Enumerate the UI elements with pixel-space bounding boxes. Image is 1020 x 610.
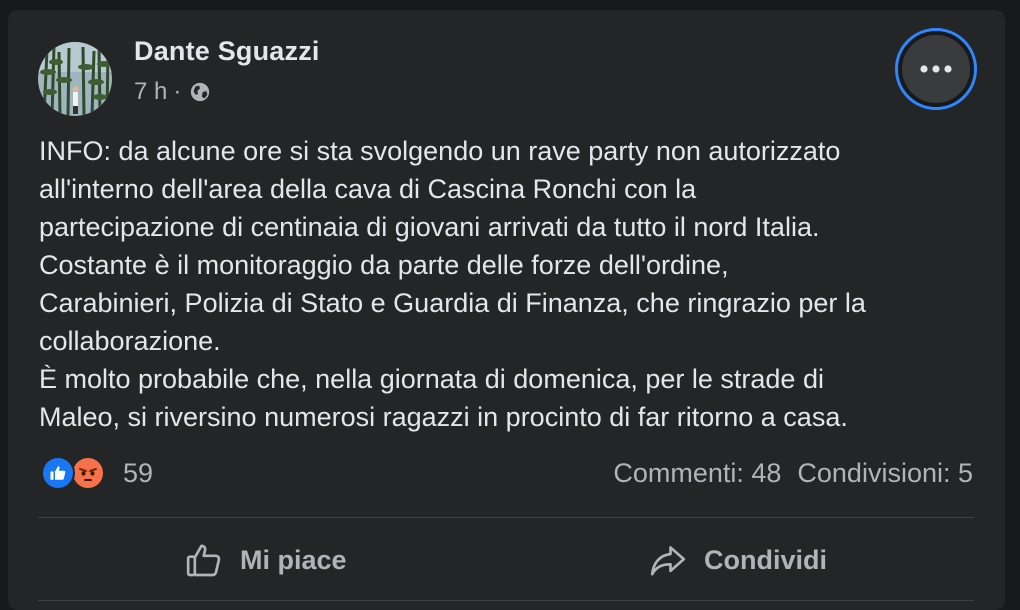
divider <box>38 517 974 518</box>
share-button[interactable]: Condividi <box>648 535 827 585</box>
shares-count[interactable]: Condivisioni: 5 <box>797 458 973 489</box>
meta-separator: · <box>173 78 182 105</box>
post-meta: 7 h · <box>134 78 211 106</box>
like-button-label: Mi piace <box>240 544 347 575</box>
post-card: Dante Sguazzi 7 h · INFO: da alcune ore … <box>8 10 1005 610</box>
like-reaction-icon <box>41 456 75 490</box>
globe-icon <box>191 82 210 102</box>
comments-count[interactable]: Commenti: 48 <box>613 458 781 489</box>
share-icon <box>650 546 686 576</box>
post-text-line: INFO: da alcune ore si sta svolgendo un … <box>39 136 841 166</box>
angry-reaction-icon <box>71 456 105 490</box>
post-text-line: Maleo, si riversino numerosi ragazzi in … <box>39 402 848 432</box>
reactions-summary[interactable]: 59 <box>41 456 153 490</box>
post-text-line: Costante è il monitoraggio da parte dell… <box>39 250 729 280</box>
avatar[interactable] <box>38 42 112 116</box>
share-button-label: Condividi <box>704 544 827 575</box>
post-text-line: Carabinieri, Polizia di Stato e Guardia … <box>39 288 866 318</box>
like-button[interactable]: Mi piace <box>184 535 347 585</box>
post-text: INFO: da alcune ore si sta svolgendo un … <box>39 132 989 436</box>
post-text-line: partecipazione di centinaia di giovani a… <box>39 212 820 242</box>
more-options-icon <box>920 65 952 73</box>
reaction-count[interactable]: 59 <box>123 458 153 489</box>
post-text-line: collaborazione. <box>39 326 221 356</box>
author-name[interactable]: Dante Sguazzi <box>134 36 320 67</box>
thumbs-up-icon <box>186 544 221 577</box>
post-text-line: all'interno dell'area della cava di Casc… <box>39 174 697 204</box>
post-text-line: È molto probabile che, nella giornata di… <box>39 364 824 394</box>
more-options-button[interactable] <box>895 28 977 110</box>
post-timestamp[interactable]: 7 h <box>134 78 167 106</box>
divider <box>38 600 974 601</box>
post-stats: Commenti: 48 Condivisioni: 5 <box>613 458 973 489</box>
